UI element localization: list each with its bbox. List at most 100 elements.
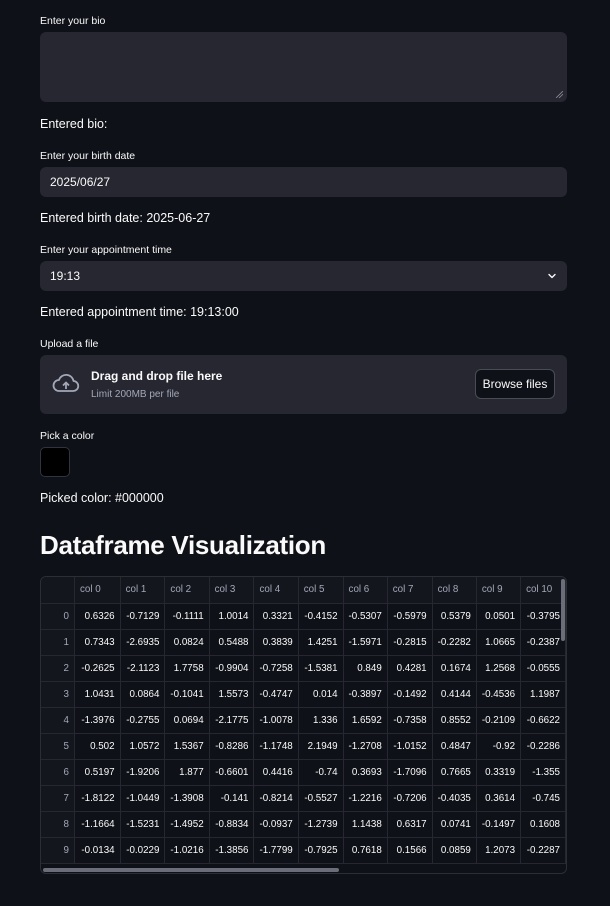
table-cell[interactable]: -0.4152 (298, 603, 344, 630)
table-cell[interactable]: 2.1949 (298, 733, 344, 760)
table-cell[interactable]: -0.7258 (253, 655, 299, 682)
table-cell[interactable]: 1.2073 (476, 837, 522, 864)
table-cell[interactable]: 1.1438 (343, 811, 388, 838)
table-cell[interactable]: -1.5971 (343, 629, 388, 656)
vertical-scrollbar[interactable] (561, 579, 565, 641)
table-cell[interactable]: -0.2287 (520, 837, 566, 864)
appointment-time-select[interactable]: 19:13 (40, 261, 567, 291)
column-header[interactable]: col 0 (74, 577, 121, 604)
table-cell[interactable]: 1.336 (298, 707, 344, 734)
table-cell[interactable]: -0.6601 (209, 759, 255, 786)
column-header[interactable]: col 4 (253, 577, 299, 604)
table-cell[interactable]: -0.5979 (387, 603, 433, 630)
table-cell[interactable]: 1.0665 (476, 629, 522, 656)
table-cell[interactable]: -2.1123 (120, 655, 166, 682)
column-header[interactable]: col 1 (120, 577, 166, 604)
table-cell[interactable]: 0.1674 (432, 655, 477, 682)
table-cell[interactable]: 0.4281 (387, 655, 433, 682)
table-cell[interactable]: -0.9904 (209, 655, 255, 682)
row-index[interactable]: 0 (41, 603, 75, 630)
table-cell[interactable]: 1.877 (164, 759, 210, 786)
table-cell[interactable]: -0.2755 (120, 707, 166, 734)
row-index[interactable]: 4 (41, 707, 75, 734)
table-cell[interactable]: -1.4952 (164, 811, 210, 838)
table-cell[interactable]: 0.5197 (74, 759, 121, 786)
table-cell[interactable]: 0.0864 (120, 681, 166, 708)
table-cell[interactable]: 0.6317 (387, 811, 433, 838)
horizontal-scrollbar[interactable] (43, 868, 339, 872)
browse-files-button[interactable]: Browse files (475, 369, 555, 399)
row-index[interactable]: 5 (41, 733, 75, 760)
table-cell[interactable]: -1.3976 (74, 707, 121, 734)
table-cell[interactable]: -1.355 (520, 759, 566, 786)
table-cell[interactable]: -0.7129 (120, 603, 166, 630)
table-cell[interactable]: 0.0694 (164, 707, 210, 734)
table-cell[interactable]: 0.3839 (253, 629, 299, 656)
table-cell[interactable]: -0.1492 (387, 681, 433, 708)
table-cell[interactable]: -0.1497 (476, 811, 522, 838)
column-header[interactable]: col 8 (432, 577, 477, 604)
table-cell[interactable]: -0.2387 (520, 629, 566, 656)
table-cell[interactable]: 1.5573 (209, 681, 255, 708)
table-cell[interactable]: -0.0229 (120, 837, 166, 864)
table-cell[interactable]: -0.8834 (209, 811, 255, 838)
table-cell[interactable]: -1.2708 (343, 733, 388, 760)
table-cell[interactable]: 1.6592 (343, 707, 388, 734)
table-cell[interactable]: -1.7799 (253, 837, 299, 864)
row-index[interactable]: 3 (41, 681, 75, 708)
table-cell[interactable]: -0.141 (209, 785, 255, 812)
table-cell[interactable]: -1.1664 (74, 811, 121, 838)
table-cell[interactable]: -0.2286 (520, 733, 566, 760)
table-cell[interactable]: -0.92 (476, 733, 522, 760)
table-cell[interactable]: 0.5488 (209, 629, 255, 656)
table-cell[interactable]: 0.7343 (74, 629, 121, 656)
table-cell[interactable]: -0.7358 (387, 707, 433, 734)
table-cell[interactable]: -0.0555 (520, 655, 566, 682)
table-cell[interactable]: 0.4416 (253, 759, 299, 786)
column-header[interactable]: col 6 (343, 577, 388, 604)
table-cell[interactable]: 0.4847 (432, 733, 477, 760)
table-cell[interactable]: -0.4035 (432, 785, 477, 812)
file-dropzone[interactable]: Drag and drop file here Limit 200MB per … (40, 355, 567, 414)
table-cell[interactable]: -1.8122 (74, 785, 121, 812)
row-index[interactable]: 8 (41, 811, 75, 838)
table-cell[interactable]: -1.0078 (253, 707, 299, 734)
table-cell[interactable]: 1.1987 (520, 681, 566, 708)
color-picker-swatch[interactable] (40, 447, 70, 477)
table-cell[interactable]: 0.1608 (520, 811, 566, 838)
table-cell[interactable]: 0.3321 (253, 603, 299, 630)
table-cell[interactable]: -0.6622 (520, 707, 566, 734)
table-cell[interactable]: -0.0937 (253, 811, 299, 838)
table-cell[interactable]: -1.2216 (343, 785, 388, 812)
table-cell[interactable]: -0.7206 (387, 785, 433, 812)
table-cell[interactable]: 0.8552 (432, 707, 477, 734)
table-cell[interactable]: -0.2815 (387, 629, 433, 656)
table-cell[interactable]: 1.2568 (476, 655, 522, 682)
row-index[interactable]: 2 (41, 655, 75, 682)
table-cell[interactable]: 0.3614 (476, 785, 522, 812)
birth-date-input[interactable]: 2025/06/27 (40, 167, 567, 197)
table-cell[interactable]: -1.7096 (387, 759, 433, 786)
table-cell[interactable]: -1.0449 (120, 785, 166, 812)
table-cell[interactable]: -0.5307 (343, 603, 388, 630)
table-cell[interactable]: -1.5381 (298, 655, 344, 682)
table-cell[interactable]: -1.3856 (209, 837, 255, 864)
table-cell[interactable]: 0.3693 (343, 759, 388, 786)
table-cell[interactable]: -2.1775 (209, 707, 255, 734)
column-header[interactable]: col 3 (209, 577, 255, 604)
column-header[interactable]: col 7 (387, 577, 433, 604)
table-cell[interactable]: -1.1748 (253, 733, 299, 760)
row-index[interactable]: 7 (41, 785, 75, 812)
column-header[interactable]: col 9 (476, 577, 522, 604)
table-cell[interactable]: -0.2109 (476, 707, 522, 734)
table-cell[interactable]: -0.2282 (432, 629, 477, 656)
table-cell[interactable]: -0.0134 (74, 837, 121, 864)
table-cell[interactable]: -1.9206 (120, 759, 166, 786)
table-cell[interactable]: -1.0216 (164, 837, 210, 864)
table-cell[interactable]: 0.0859 (432, 837, 477, 864)
table-cell[interactable]: 0.014 (298, 681, 344, 708)
table-cell[interactable]: 0.4144 (432, 681, 477, 708)
table-cell[interactable]: 1.0431 (74, 681, 121, 708)
dataframe[interactable]: col 0 col 1 col 2 col 3 col 4 col 5 col … (40, 576, 567, 874)
table-cell[interactable]: -0.4747 (253, 681, 299, 708)
